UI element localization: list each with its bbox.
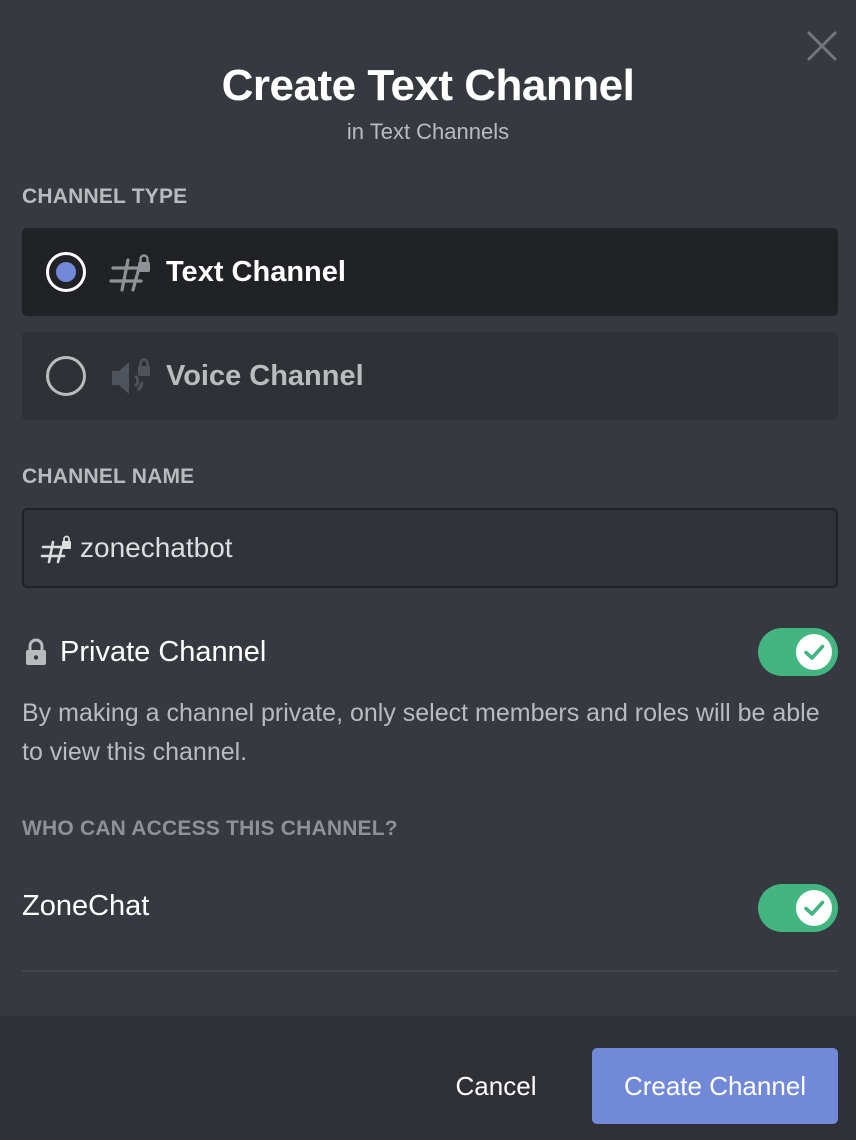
dialog-title: Create Text Channel	[221, 61, 635, 110]
private-channel-row: Private Channel	[24, 632, 266, 672]
private-channel-toggle[interactable]	[758, 628, 838, 676]
dialog-footer: Cancel Create Channel	[0, 1016, 856, 1140]
dialog-subtitle: in Text Channels	[346, 119, 510, 144]
toggle-knob	[796, 890, 832, 926]
radio-voice-channel[interactable]	[46, 356, 86, 396]
speaker-lock-icon	[108, 354, 154, 398]
cancel-button[interactable]: Cancel	[424, 1048, 568, 1124]
role-name: ZoneChat	[22, 890, 150, 922]
checkmark-icon	[804, 900, 825, 916]
access-section-label: WHO CAN ACCESS THIS CHANNEL?	[22, 817, 398, 840]
hash-lock-icon	[40, 534, 74, 564]
hash-lock-icon	[108, 250, 154, 294]
role-access-toggle[interactable]	[758, 884, 838, 932]
divider	[22, 970, 838, 972]
channel-type-label: CHANNEL TYPE	[22, 185, 188, 208]
radio-text-channel[interactable]	[46, 252, 86, 292]
create-channel-button[interactable]: Create Channel	[592, 1048, 838, 1124]
option-voice-channel[interactable]: Voice Channel	[22, 332, 838, 420]
private-channel-label: Private Channel	[60, 636, 267, 668]
option-label: Text Channel	[166, 256, 346, 288]
channel-name-input[interactable]	[80, 524, 820, 572]
channel-name-label: CHANNEL NAME	[22, 465, 195, 488]
toggle-knob	[796, 634, 832, 670]
checkmark-icon	[804, 644, 825, 660]
channel-name-field[interactable]	[22, 508, 838, 588]
radio-dot	[56, 262, 76, 282]
private-channel-description: By making a channel private, only select…	[22, 699, 820, 766]
lock-icon	[24, 638, 48, 666]
option-label: Voice Channel	[166, 360, 364, 392]
option-text-channel[interactable]: Text Channel	[22, 228, 838, 316]
